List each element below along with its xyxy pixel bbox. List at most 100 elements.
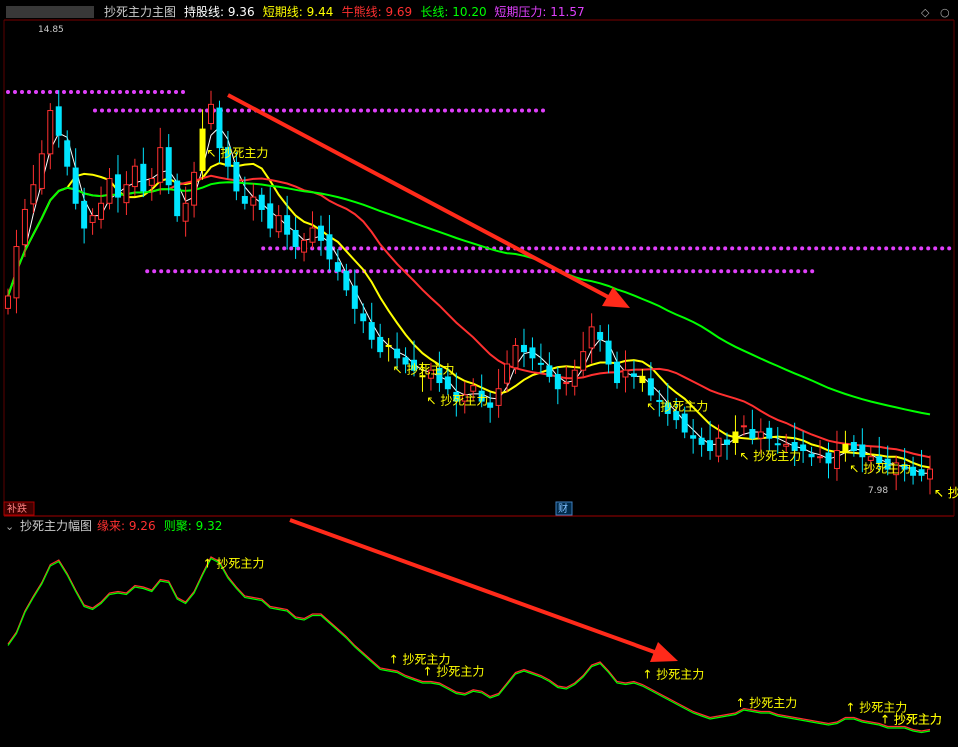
pressure-dot xyxy=(649,269,654,274)
pressure-dot xyxy=(233,108,237,113)
signal-label: ↖ 抄死主力 xyxy=(849,461,911,475)
candle-body xyxy=(918,469,925,476)
pressure-dot xyxy=(768,269,773,274)
pressure-dot xyxy=(317,108,321,113)
candle-body xyxy=(681,413,688,433)
pressure-dot xyxy=(62,90,66,94)
candle-body xyxy=(817,456,824,459)
pressure-dot xyxy=(530,269,535,274)
pressure-dot xyxy=(355,269,360,274)
blurred-stock-name xyxy=(6,6,94,18)
pressure-dot xyxy=(789,269,794,274)
candle-body xyxy=(275,215,282,233)
candle-body xyxy=(233,161,240,192)
candle-body xyxy=(766,427,773,439)
candle-body xyxy=(512,344,519,369)
pressure-dot xyxy=(303,108,307,113)
chart-stage: 抄死主力主图 持股线: 9.36 短期线: 9.44 牛熊线: 9.69 长线: 10… xyxy=(0,0,958,747)
pressure-dot xyxy=(125,90,129,94)
pressure-dot xyxy=(425,269,430,274)
pressure-dot xyxy=(83,90,87,94)
candle-body xyxy=(529,347,536,359)
main-indicator-legend: 持股线: 9.36 短期线: 9.44 牛熊线: 9.69 长线: 10.20 短期压力… xyxy=(184,4,585,19)
candle-body xyxy=(842,443,849,453)
pressure-dot xyxy=(597,246,602,251)
pressure-dot xyxy=(506,246,511,251)
pressure-dot xyxy=(625,246,630,251)
pressure-dot xyxy=(670,269,675,274)
pressure-dot xyxy=(828,246,833,251)
pressure-dot xyxy=(366,108,370,113)
pressure-dot xyxy=(471,246,476,251)
pressure-dot xyxy=(485,108,489,113)
candle-body xyxy=(191,171,198,206)
pressure-dot xyxy=(27,90,31,94)
pressure-dot xyxy=(716,246,721,251)
pressure-dot xyxy=(338,108,342,113)
badge-cai: 财 xyxy=(555,501,573,516)
pressure-dot xyxy=(76,90,80,94)
pressure-dot xyxy=(600,269,605,274)
candle-body xyxy=(605,340,612,365)
signal-label: ↖ 抄死主力 xyxy=(739,449,801,463)
candle-body xyxy=(647,378,654,396)
candle-body xyxy=(72,167,79,204)
candle-body xyxy=(309,227,316,243)
pressure-dot xyxy=(373,108,377,113)
candle-body xyxy=(487,402,494,408)
svg-text:财: 财 xyxy=(558,502,568,515)
candle-body xyxy=(317,225,324,241)
candle-body xyxy=(707,440,714,452)
pressure-dot xyxy=(156,108,160,113)
candle-body xyxy=(21,208,28,246)
pressure-dot xyxy=(139,90,143,94)
pressure-dot xyxy=(97,90,101,94)
pressure-dot xyxy=(656,269,661,274)
sub-panel-title: 抄死主力幅图 xyxy=(20,518,92,533)
pressure-dot xyxy=(408,246,413,251)
pressure-dot xyxy=(747,269,752,274)
pressure-dot xyxy=(618,246,623,251)
settings-circle-icon[interactable]: ○ xyxy=(940,6,950,19)
pressure-dot xyxy=(292,269,297,274)
legend-item-4: 短期压力: 11.57 xyxy=(494,5,584,19)
pressure-dot xyxy=(457,246,462,251)
pressure-dot xyxy=(128,108,132,113)
pressure-dot xyxy=(502,269,507,274)
candle-body xyxy=(343,270,350,291)
pressure-dot xyxy=(548,246,553,251)
pressure-dot xyxy=(390,269,395,274)
pressure-dot xyxy=(527,246,532,251)
pressure-dot xyxy=(933,246,938,251)
sub-collapse-icon[interactable]: ⌄ xyxy=(5,520,14,533)
pressure-dot xyxy=(607,269,612,274)
candle-body xyxy=(267,203,274,229)
pressure-dot xyxy=(397,269,402,274)
diamond-icon[interactable]: ◇ xyxy=(921,6,930,19)
pressure-dot xyxy=(877,246,882,251)
candle-body xyxy=(783,443,790,447)
pressure-dot xyxy=(285,269,290,274)
candle-body xyxy=(334,262,341,272)
candle-body xyxy=(199,128,206,172)
signal-label: ↖ 抄死主力 xyxy=(646,400,708,414)
pressure-dot xyxy=(737,246,742,251)
pressure-dot xyxy=(264,269,269,274)
main-panel-title: 抄死主力主图 xyxy=(104,5,176,19)
pressure-dot xyxy=(821,246,826,251)
candle-body xyxy=(140,163,147,192)
pressure-dot xyxy=(145,269,150,274)
candle-body xyxy=(571,369,578,387)
candle-body xyxy=(55,106,62,136)
pressure-dot xyxy=(541,246,546,251)
pressure-dot xyxy=(478,108,482,113)
pressure-dot xyxy=(443,108,447,113)
pressure-dot xyxy=(121,108,125,113)
pressure-dot xyxy=(761,269,766,274)
pressure-dot xyxy=(803,269,808,274)
pressure-dot xyxy=(268,246,273,251)
pressure-dot xyxy=(765,246,770,251)
candle-body xyxy=(927,468,933,480)
pressure-dot xyxy=(411,269,416,274)
pressure-dot xyxy=(513,108,517,113)
